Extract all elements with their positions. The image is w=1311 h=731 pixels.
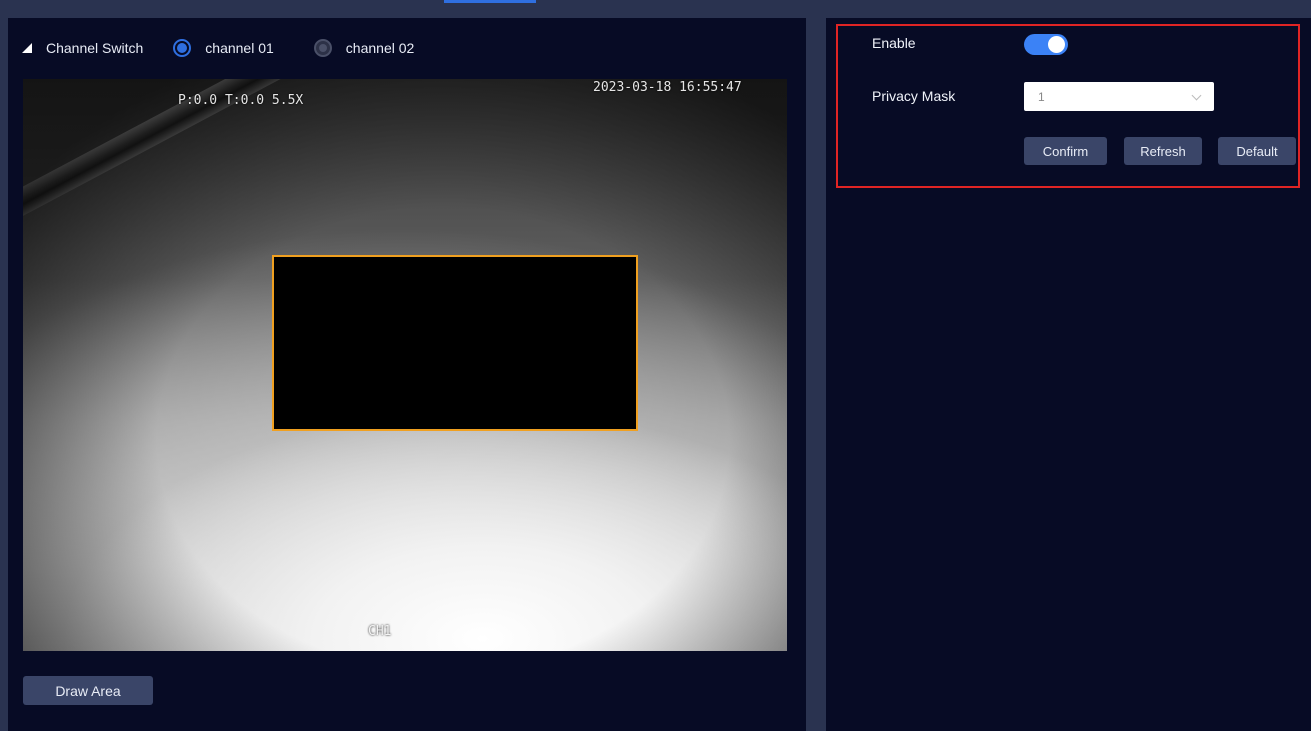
chevron-down-icon bbox=[1191, 90, 1202, 101]
osd-ptz-readout: P:0.0 T:0.0 5.5X bbox=[178, 93, 304, 108]
channel-01-label[interactable]: channel 01 bbox=[205, 40, 274, 56]
video-preview[interactable]: P:0.0 T:0.0 5.5X 2023-03-18 16:55:47 CH1 bbox=[23, 79, 787, 651]
triangle-collapse-icon[interactable] bbox=[22, 43, 32, 53]
enable-label: Enable bbox=[872, 35, 916, 51]
channel-02-radio[interactable] bbox=[313, 39, 332, 57]
osd-channel-name: CH1 bbox=[368, 624, 392, 639]
default-button[interactable]: Default bbox=[1218, 137, 1296, 165]
draw-area-button[interactable]: Draw Area bbox=[23, 676, 153, 705]
channel-02-label[interactable]: channel 02 bbox=[346, 40, 415, 56]
privacy-mask-select[interactable]: 1 bbox=[1024, 82, 1214, 111]
top-tab-bar bbox=[0, 0, 1311, 8]
privacy-mask-select-value: 1 bbox=[1038, 90, 1045, 104]
privacy-mask-area[interactable] bbox=[272, 255, 638, 431]
toggle-knob bbox=[1048, 36, 1065, 53]
channel-01-radio[interactable] bbox=[173, 39, 192, 57]
channel-switch-row: Channel Switch channel 01 channel 02 bbox=[22, 38, 454, 58]
video-panel: Channel Switch channel 01 channel 02 P:0… bbox=[8, 18, 806, 731]
refresh-button[interactable]: Refresh bbox=[1124, 137, 1202, 165]
confirm-button[interactable]: Confirm bbox=[1024, 137, 1107, 165]
privacy-mask-settings: Enable Privacy Mask 1 Confirm Refresh De… bbox=[836, 24, 1300, 188]
osd-timestamp: 2023-03-18 16:55:47 bbox=[593, 80, 742, 95]
channel-switch-label: Channel Switch bbox=[46, 40, 144, 56]
active-tab-indicator bbox=[444, 0, 536, 3]
privacy-mask-label: Privacy Mask bbox=[872, 88, 956, 104]
enable-toggle[interactable] bbox=[1024, 34, 1068, 55]
